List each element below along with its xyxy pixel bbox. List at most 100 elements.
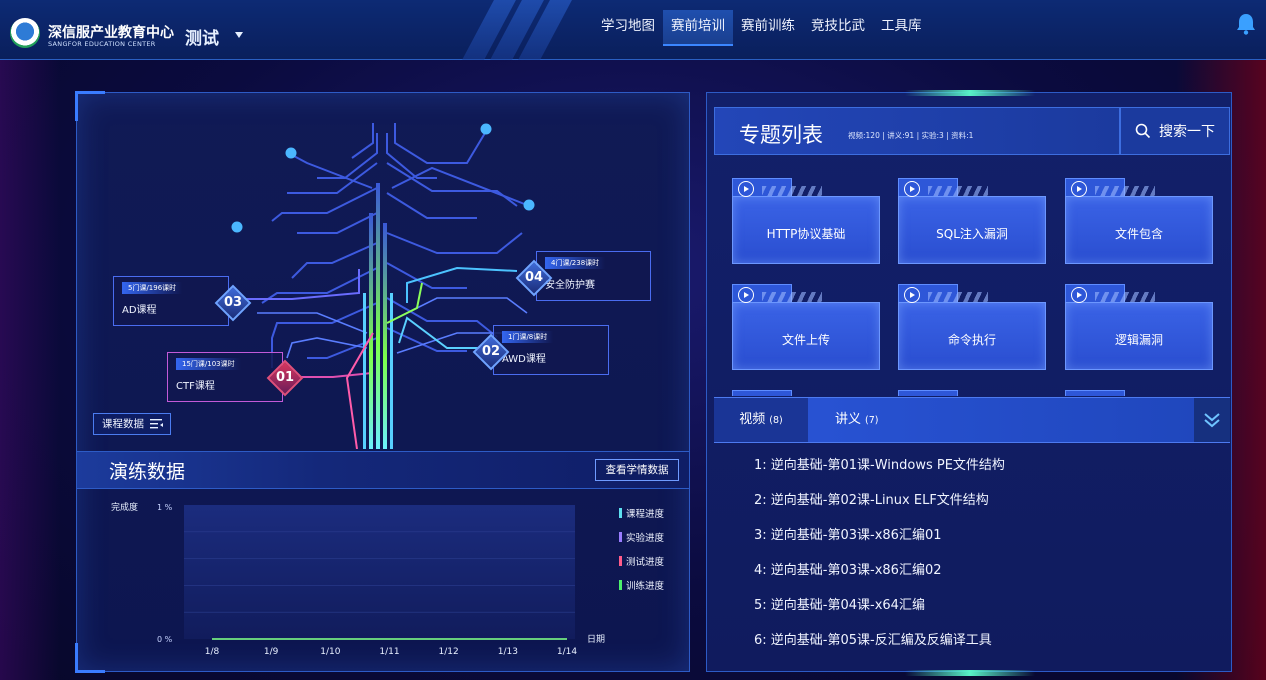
tab-label: 讲义 [835, 412, 862, 427]
topic-name: SQL注入漏洞 [936, 227, 1008, 241]
course-name: 安全防护赛 [545, 280, 595, 291]
play-icon [738, 287, 754, 303]
y-tick-top: 1 % [157, 503, 173, 512]
topic-card-sql[interactable]: SQL注入漏洞 [898, 178, 1046, 264]
caret-down-icon[interactable] [235, 32, 243, 38]
topic-card-partial[interactable] [898, 390, 1046, 396]
play-icon [904, 287, 920, 303]
play-icon [738, 181, 754, 197]
nav-item-competition[interactable]: 竞技比武 [803, 10, 873, 46]
course-card-security[interactable]: 4门课/238课时 安全防护赛 [536, 251, 651, 301]
tab-video[interactable]: 视频 (8) [714, 398, 808, 442]
course-number: 01 [275, 370, 295, 385]
x-tick-label: 1/10 [320, 647, 340, 657]
topic-name: 命令执行 [947, 333, 996, 347]
tab-count: (7) [865, 415, 879, 426]
brand-logo[interactable] [10, 18, 40, 48]
background-glow-left [0, 60, 60, 680]
bell-icon[interactable] [1234, 12, 1258, 36]
topic-card-file-include[interactable]: 文件包含 [1065, 178, 1213, 264]
y-tick-bottom: 0 % [157, 635, 173, 644]
x-axis-label: 日期 [587, 634, 605, 645]
folder-tab [1065, 390, 1125, 396]
nav-item-learning-map[interactable]: 学习地图 [593, 10, 663, 46]
list-item[interactable]: 4: 逆向基础-第03课-x86汇编02 [714, 553, 1230, 588]
course-card-ad[interactable]: 5门课/196课时 AD课程 [113, 276, 229, 326]
tab-count: (8) [769, 415, 783, 426]
nav-item-toolbox[interactable]: 工具库 [873, 10, 930, 46]
course-badge: 4门课/238课时 [545, 257, 606, 269]
collapse-button[interactable] [1194, 398, 1230, 442]
course-badge: 1门课/8课时 [502, 331, 554, 343]
x-tick-label: 1/14 [557, 647, 577, 657]
search-icon [1135, 123, 1151, 139]
user-menu-name[interactable]: 测试 [185, 24, 219, 49]
course-tree: 5门课/196课时 AD课程 03 4门课/238课时 安全防护赛 04 1门课… [77, 93, 691, 449]
topic-card-http[interactable]: HTTP协议基础 [732, 178, 880, 264]
course-badge: 15门课/103课时 [176, 358, 241, 370]
course-card-ctf[interactable]: 15门课/103课时 CTF课程 [167, 352, 283, 402]
topic-list-title: 专题列表 [739, 123, 823, 147]
list-item[interactable]: 2: 逆向基础-第02课-Linux ELF文件结构 [714, 483, 1230, 518]
search-label: 搜索一下 [1159, 124, 1215, 140]
drill-title: 演练数据 [109, 461, 186, 483]
folder-stripes [1095, 186, 1155, 196]
legend-item-training[interactable]: 训练进度 [619, 573, 664, 597]
course-card-awd[interactable]: 1门课/8课时 AWD课程 [493, 325, 609, 375]
folder-tab [898, 390, 958, 396]
topic-grid: HTTP协议基础 SQL注入漏洞 文件包含 文件上传 命令执行 逻辑漏洞 [714, 160, 1230, 396]
topic-card-command-exec[interactable]: 命令执行 [898, 284, 1046, 370]
course-badge: 5门课/196课时 [122, 282, 183, 294]
topic-name: 文件上传 [781, 333, 830, 347]
nav-item-pre-training[interactable]: 赛前培训 [663, 10, 733, 46]
tab-handout[interactable]: 讲义 (7) [835, 398, 878, 442]
folder-tab [732, 390, 792, 396]
list-item[interactable]: 5: 逆向基础-第04课-x64汇编 [714, 588, 1230, 623]
legend-item-course[interactable]: 课程进度 [619, 501, 664, 525]
topic-card-partial[interactable] [1065, 390, 1213, 396]
x-tick-label: 1/9 [264, 647, 279, 657]
x-tick-label: 1/12 [439, 647, 459, 657]
legend-item-test[interactable]: 测试进度 [619, 549, 664, 573]
progress-chart-svg: 完成度 1 % 0 % 日期 1/8 1/9 1/10 1/11 1/12 1/13 1/1… [111, 501, 605, 657]
legend-label: 测试进度 [626, 557, 665, 568]
glow-decor [905, 670, 1035, 676]
brand-name: 深信服产业教育中心 [48, 25, 174, 41]
progress-chart: 完成度 1 % 0 % 日期 1/8 1/9 1/10 1/11 1/12 1/13 1/1… [77, 489, 689, 671]
course-data-button[interactable]: 课程数据 [93, 413, 171, 435]
topic-name: HTTP协议基础 [766, 227, 846, 241]
topic-list-header: 专题列表 视频:120 | 讲义:91 | 实验:3 | 资料:1 [714, 107, 1120, 155]
folder-stripes [762, 186, 822, 196]
main-nav: 学习地图 赛前培训 赛前训练 竞技比武 工具库 [593, 10, 930, 46]
topic-card-file-upload[interactable]: 文件上传 [732, 284, 880, 370]
course-number: 02 [481, 344, 501, 359]
chart-legend: 课程进度 实验进度 测试进度 训练进度 [619, 501, 664, 597]
lesson-list: 1: 逆向基础-第01课-Windows PE文件结构 2: 逆向基础-第02课… [714, 448, 1230, 658]
folder-stripes [928, 186, 988, 196]
topic-card-logic-vuln[interactable]: 逻辑漏洞 [1065, 284, 1213, 370]
list-item[interactable]: 1: 逆向基础-第01课-Windows PE文件结构 [714, 448, 1230, 483]
folder-stripes [1095, 292, 1155, 302]
content-tab-bar: 视频 (8) 讲义 (7) [714, 397, 1230, 443]
search-button[interactable]: 搜索一下 [1120, 107, 1230, 155]
folder-stripes [928, 292, 988, 302]
legend-label: 课程进度 [626, 509, 665, 520]
topic-card-partial[interactable] [732, 390, 880, 396]
view-learning-data-button[interactable]: 查看学情数据 [595, 459, 679, 481]
plot-area [184, 505, 575, 639]
y-axis-label: 完成度 [111, 501, 138, 513]
course-tree-panel: 5门课/196课时 AD课程 03 4门课/238课时 安全防护赛 04 1门课… [75, 91, 691, 673]
x-tick-label: 1/8 [205, 647, 220, 657]
brand-english: SANGFOR EDUCATION CENTER [48, 40, 156, 48]
course-name: CTF课程 [176, 381, 215, 392]
legend-label: 训练进度 [626, 581, 665, 592]
legend-item-lab[interactable]: 实验进度 [619, 525, 664, 549]
drill-data-header: 演练数据 查看学情数据 [77, 451, 689, 489]
glow-decor [905, 90, 1035, 96]
list-item[interactable]: 6: 逆向基础-第05课-反汇编及反编译工具 [714, 623, 1230, 658]
play-icon [904, 181, 920, 197]
list-item[interactable]: 3: 逆向基础-第03课-x86汇编01 [714, 518, 1230, 553]
topic-stats: 视频:120 | 讲义:91 | 实验:3 | 资料:1 [848, 131, 974, 140]
nav-item-pre-practice[interactable]: 赛前训练 [733, 10, 803, 46]
course-number: 04 [524, 270, 544, 285]
